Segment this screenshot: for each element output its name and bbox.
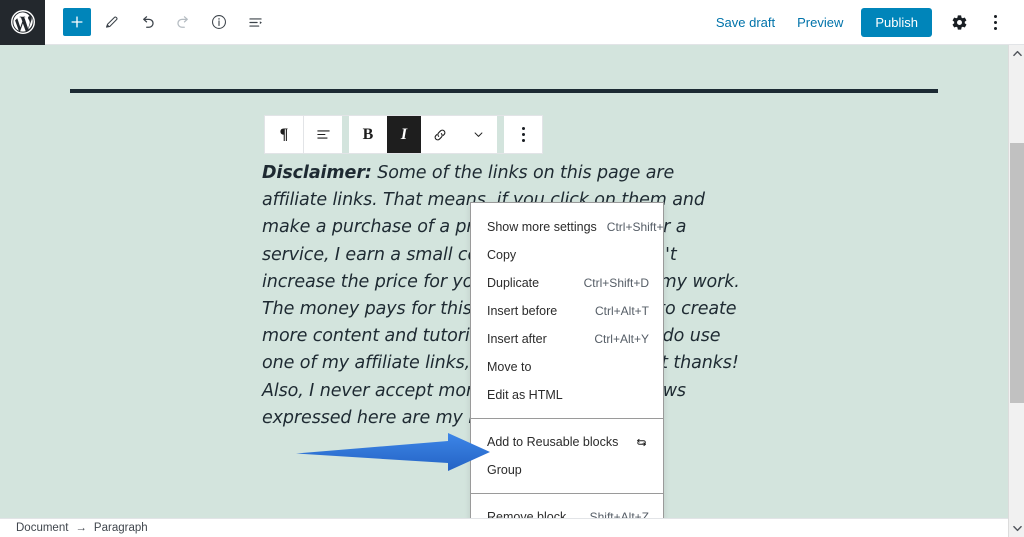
menu-item-insert-before[interactable]: Insert before Ctrl+Alt+T — [471, 297, 663, 325]
bold-button[interactable]: B — [349, 116, 387, 153]
menu-section-reusable: Add to Reusable blocks Group — [471, 424, 663, 488]
reusable-blocks-icon — [634, 435, 649, 450]
kebab-menu-icon[interactable] — [978, 5, 1012, 39]
menu-item-add-to-reusable-blocks[interactable]: Add to Reusable blocks — [471, 428, 663, 456]
menu-item-shortcut: Ctrl+Shift+D — [583, 276, 649, 290]
wordpress-block-editor: Save draft Preview Publish Disclaimer: S… — [0, 0, 1024, 537]
menu-item-group[interactable]: Group — [471, 456, 663, 484]
scroll-down-arrow-icon[interactable] — [1009, 520, 1024, 537]
editor-canvas: Disclaimer: Some of the links on this pa… — [0, 45, 1008, 518]
editor-breadcrumb-bar: Document → Paragraph — [0, 518, 1008, 537]
gear-icon[interactable] — [942, 5, 976, 39]
block-options-kebab-icon[interactable] — [504, 116, 542, 153]
menu-item-shortcut: Ctrl+Shift+, — [606, 220, 667, 234]
block-options-group — [504, 116, 542, 153]
menu-item-label: Move to — [487, 360, 532, 374]
block-options-menu: Show more settings Ctrl+Shift+, Copy Dup… — [470, 202, 667, 518]
breadcrumb-separator-icon: → — [75, 522, 87, 534]
kebab-dots-block — [521, 127, 525, 142]
separator-block[interactable] — [70, 89, 938, 93]
top-toolbar-left-group — [45, 6, 271, 38]
menu-item-move-to[interactable]: Move to — [471, 353, 663, 381]
menu-item-label: Insert after — [487, 332, 547, 346]
align-left-icon[interactable] — [304, 116, 342, 153]
link-icon[interactable] — [421, 116, 459, 153]
vertical-scrollbar[interactable] — [1008, 45, 1024, 537]
breadcrumb-paragraph[interactable]: Paragraph — [94, 522, 148, 534]
editor-top-toolbar: Save draft Preview Publish — [0, 0, 1024, 45]
inline-format-group: B I — [349, 116, 497, 153]
undo-icon[interactable] — [131, 6, 163, 38]
menu-item-show-more-settings[interactable]: Show more settings Ctrl+Shift+, — [471, 213, 667, 241]
menu-item-label: Show more settings — [487, 220, 597, 234]
disclaimer-label: Disclaimer: — [262, 163, 372, 183]
block-navigation-icon[interactable] — [239, 6, 271, 38]
toolbar-gap — [342, 116, 349, 153]
block-type-group: ¶ — [265, 116, 303, 153]
menu-item-shortcut: Shift+Alt+Z — [589, 510, 649, 518]
breadcrumb-document[interactable]: Document — [16, 522, 68, 534]
menu-item-label: Add to Reusable blocks — [487, 435, 619, 449]
menu-item-label: Group — [487, 463, 522, 477]
add-block-button[interactable] — [63, 8, 91, 36]
chevron-down-icon[interactable] — [459, 116, 497, 153]
menu-item-copy[interactable]: Copy — [471, 241, 663, 269]
top-toolbar-right-group: Save draft Preview Publish — [706, 5, 1024, 39]
alignment-group — [304, 116, 342, 153]
kebab-dots — [993, 14, 997, 30]
menu-item-label: Duplicate — [487, 276, 540, 290]
annotation-arrow-icon — [296, 431, 492, 473]
menu-item-label: Remove block — [487, 510, 567, 518]
menu-item-label: Insert before — [487, 304, 558, 318]
info-icon[interactable] — [203, 6, 235, 38]
menu-item-label: Copy — [487, 248, 517, 262]
block-formatting-toolbar: ¶ B I — [264, 115, 543, 154]
preview-button[interactable]: Preview — [787, 9, 853, 36]
menu-item-insert-after[interactable]: Insert after Ctrl+Alt+Y — [471, 325, 663, 353]
edit-pencil-icon[interactable] — [95, 6, 127, 38]
menu-item-label: Edit as HTML — [487, 388, 563, 402]
menu-divider-2 — [471, 493, 663, 494]
publish-button[interactable]: Publish — [861, 7, 932, 37]
menu-item-duplicate[interactable]: Duplicate Ctrl+Shift+D — [471, 269, 663, 297]
scrollbar-thumb[interactable] — [1010, 143, 1024, 403]
menu-item-remove-block[interactable]: Remove block Shift+Alt+Z — [471, 503, 663, 518]
menu-item-edit-as-html[interactable]: Edit as HTML — [471, 381, 663, 409]
save-draft-button[interactable]: Save draft — [706, 9, 785, 36]
menu-section-destructive: Remove block Shift+Alt+Z — [471, 499, 663, 518]
scroll-up-arrow-icon[interactable] — [1009, 45, 1024, 62]
wordpress-logo-icon[interactable] — [0, 0, 45, 45]
menu-item-shortcut: Ctrl+Alt+T — [594, 304, 649, 318]
paragraph-pilcrow-icon[interactable]: ¶ — [265, 116, 303, 153]
italic-button[interactable]: I — [387, 116, 421, 153]
menu-section-primary: Show more settings Ctrl+Shift+, Copy Dup… — [471, 209, 667, 413]
menu-item-shortcut: Ctrl+Alt+Y — [594, 332, 649, 346]
toolbar-gap-2 — [497, 116, 504, 153]
menu-divider-1 — [471, 418, 663, 419]
redo-icon — [167, 6, 199, 38]
italic-label: I — [400, 125, 408, 143]
